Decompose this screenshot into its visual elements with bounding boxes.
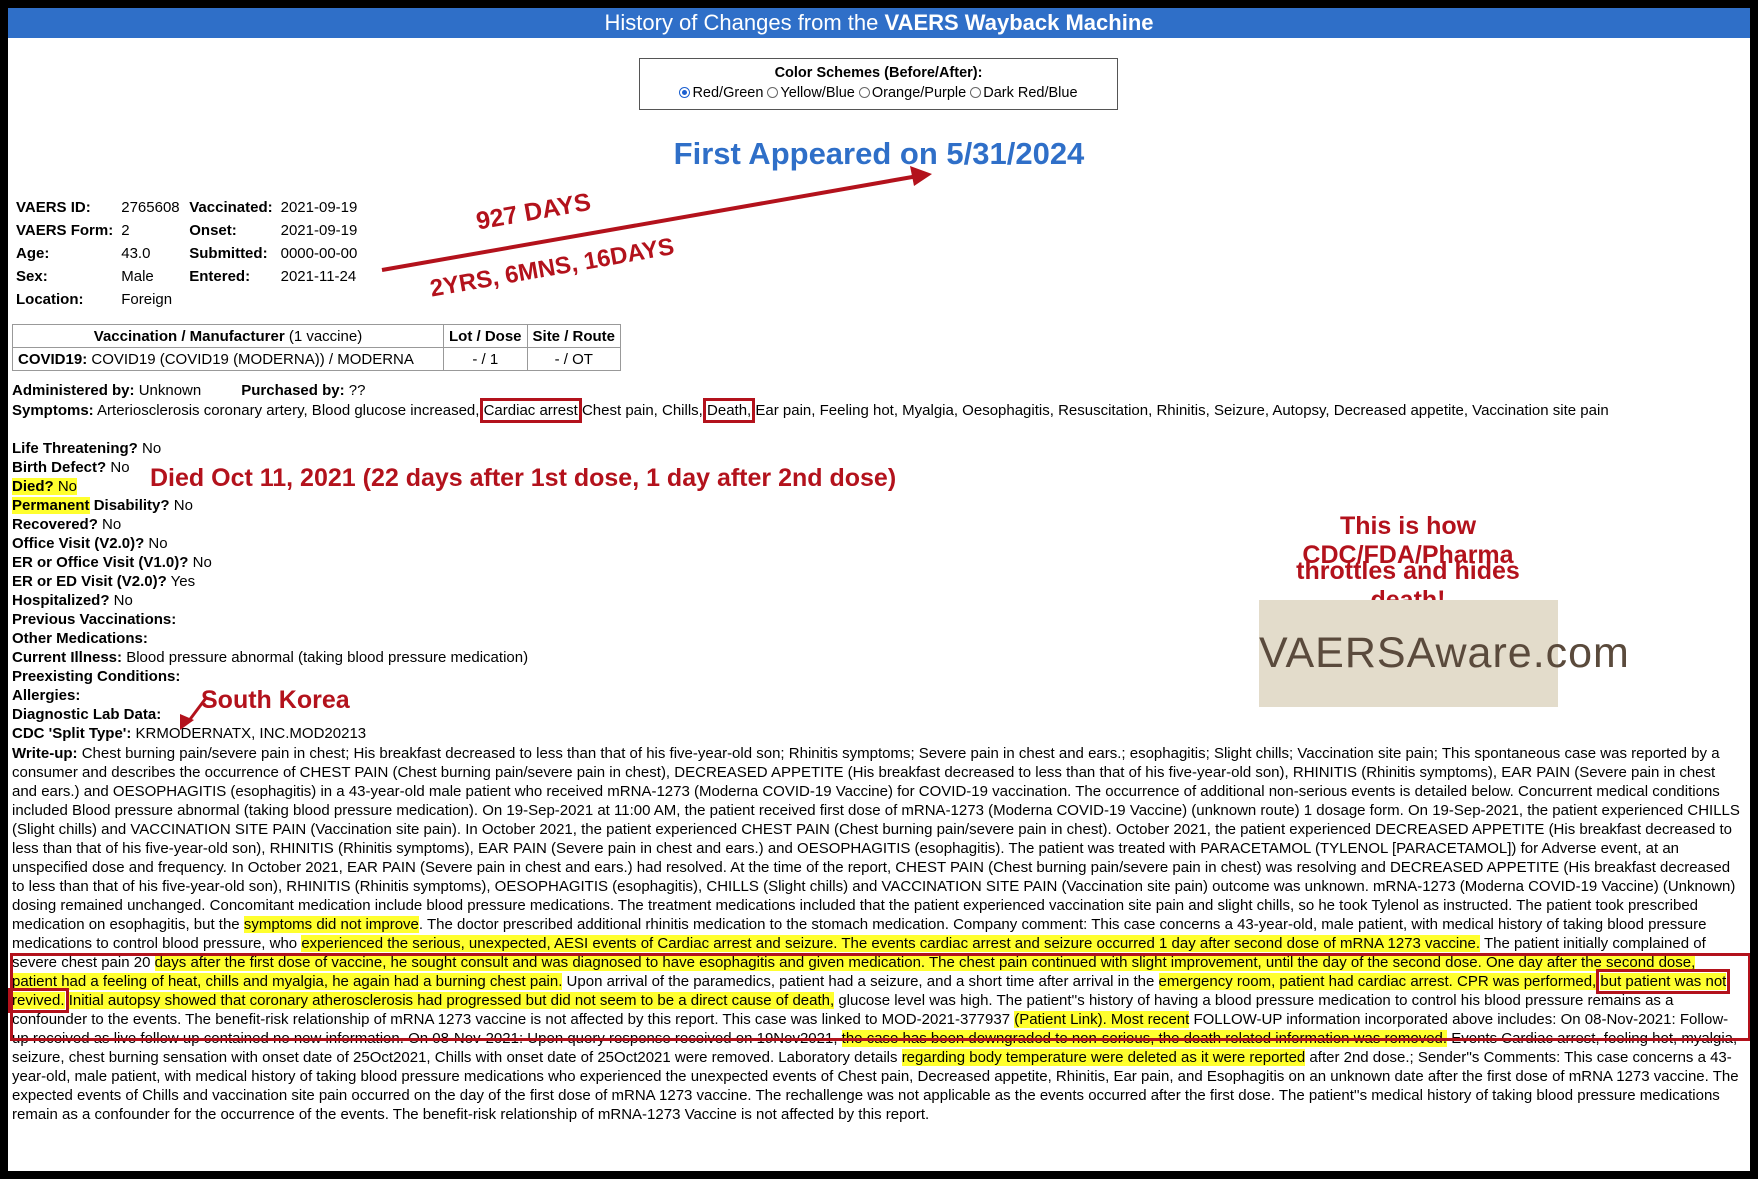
vaersaware-logo: VAERSAware.com xyxy=(1259,600,1629,707)
days-arrow-head xyxy=(910,166,932,186)
died-annotation: Died Oct 11, 2021 (22 days after 1st dos… xyxy=(150,464,897,492)
page-frame: History of Changes from the VAERS Waybac… xyxy=(8,8,1750,1171)
korea-annotation: South Korea xyxy=(201,686,350,714)
